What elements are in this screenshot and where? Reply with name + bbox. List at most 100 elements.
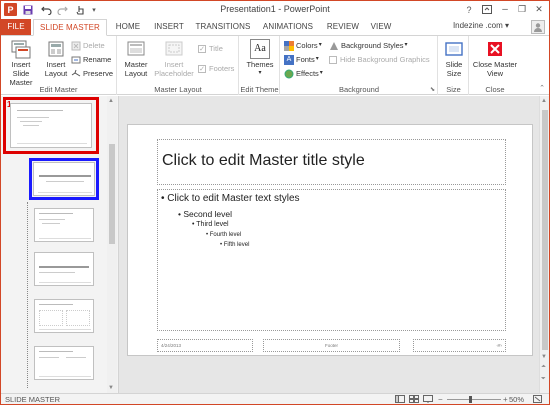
fonts-button[interactable]: A Fonts ▾	[284, 53, 319, 66]
thumb-text-line	[39, 357, 59, 358]
slide-sorter-icon[interactable]	[409, 395, 419, 404]
zoom-slider-knob[interactable]	[469, 396, 472, 403]
tab-view[interactable]: VIEW	[367, 19, 395, 35]
hide-background-graphics-checkbox[interactable]: Hide Background Graphics	[329, 53, 430, 66]
close-group-label: Close	[485, 85, 505, 94]
slide-number-placeholder[interactable]: ‹#›	[413, 339, 506, 352]
ribbon-display-options-icon[interactable]	[479, 2, 495, 17]
master-thumbnail-selected-frame[interactable]	[3, 97, 99, 154]
normal-view-icon[interactable]	[395, 395, 405, 404]
insert-slide-master-button[interactable]: Insert Slide Master	[3, 39, 39, 87]
hide-background-graphics-label: Hide Background Graphics	[340, 55, 430, 64]
thumb-text-line	[39, 219, 65, 220]
date-placeholder[interactable]: 4/24/2013	[157, 339, 253, 352]
themes-icon: Aa	[250, 39, 270, 59]
thumb-title-line	[39, 304, 73, 305]
master-layout-button[interactable]: Master Layout	[120, 39, 152, 78]
themes-button[interactable]: Aa Themes ▾	[243, 39, 277, 78]
rename-icon	[71, 55, 81, 65]
delete-label: Delete	[83, 41, 105, 50]
thumbnail-scrollbar[interactable]: ▲ ▼	[107, 96, 117, 393]
insert-placeholder-button[interactable]: Insert Placeholder	[154, 39, 194, 78]
effects-dropdown-icon: ▾	[319, 70, 323, 76]
ribbon: Insert Slide Master Insert Layout Delete…	[1, 35, 549, 95]
thumb-text-line	[39, 272, 75, 273]
colors-dropdown-icon: ▾	[318, 42, 322, 48]
footers-checkbox-label: Footers	[209, 64, 235, 73]
thumb-subtitle-line	[46, 181, 84, 182]
edit-master-group-label: Edit Master	[39, 85, 78, 94]
effects-button[interactable]: Effects ▾	[284, 67, 323, 80]
footers-checkbox[interactable]: ✓ Footers	[198, 62, 234, 75]
text-level-4: • Fourth level	[206, 232, 242, 238]
insert-placeholder-label: Insert Placeholder	[154, 60, 194, 78]
fonts-dropdown-icon: ▾	[315, 56, 319, 62]
scroll-down-arrow-icon[interactable]: ▼	[541, 354, 547, 360]
background-styles-button[interactable]: Background Styles ▾	[329, 39, 408, 52]
next-slide-icon[interactable]: ⏷	[541, 376, 546, 383]
rename-label: Rename	[83, 55, 112, 64]
avatar[interactable]	[531, 20, 545, 34]
thumb-text-line	[23, 125, 39, 126]
scroll-thumb[interactable]	[109, 144, 115, 244]
restore-button[interactable]: ❐	[514, 2, 530, 17]
thumb-text-line	[42, 223, 60, 224]
tab-transitions[interactable]: TRANSITIONS	[194, 19, 252, 35]
zoom-level[interactable]: 50%	[509, 395, 524, 404]
scroll-down-arrow-icon[interactable]: ▼	[108, 385, 114, 391]
close-window-button[interactable]: ✕	[531, 2, 547, 17]
title-placeholder[interactable]: Click to edit Master title style	[157, 139, 506, 185]
insert-layout-button[interactable]: Insert Layout	[41, 39, 71, 78]
scroll-up-arrow-icon[interactable]: ▲	[541, 98, 547, 104]
layout-thumbnail-selected-frame[interactable]	[29, 158, 99, 200]
master-thumbnail[interactable]	[10, 103, 92, 148]
minimize-button[interactable]: –	[497, 2, 513, 17]
title-checkbox[interactable]: ✓ Title	[198, 42, 223, 55]
master-layout-icon	[126, 39, 146, 59]
slide-show-icon[interactable]	[423, 395, 433, 404]
previous-slide-icon[interactable]: ⏶	[541, 364, 546, 371]
master-layout-group-label: Master Layout	[154, 85, 202, 94]
body-placeholder[interactable]: • Click to edit Master text styles • Sec…	[157, 189, 506, 331]
zoom-out-button[interactable]: −	[438, 395, 443, 404]
scroll-thumb[interactable]	[542, 110, 548, 350]
tab-home[interactable]: HOME	[113, 19, 143, 35]
tab-slide-master[interactable]: SLIDE MASTER	[33, 19, 107, 36]
background-styles-label: Background Styles	[341, 41, 404, 50]
layout-thumbnail-comparison[interactable]	[34, 346, 94, 380]
zoom-slider[interactable]	[447, 396, 501, 403]
slide-master-canvas[interactable]: Click to edit Master title style • Click…	[127, 124, 533, 356]
preserve-button[interactable]: Preserve	[71, 67, 113, 80]
group-edit-theme: Aa Themes ▾ Edit Theme	[240, 36, 280, 95]
master-layout-label: Master Layout	[124, 60, 148, 78]
tab-insert[interactable]: INSERT	[151, 19, 187, 35]
zoom-in-button[interactable]: +	[503, 395, 508, 404]
help-icon[interactable]: ?	[461, 2, 477, 17]
layout-thumbnail-title-slide[interactable]	[33, 162, 95, 196]
collapse-ribbon-icon[interactable]: ⌃	[539, 84, 545, 92]
layout-thumbnail-title-content[interactable]	[34, 208, 94, 242]
title-checkbox-label: Title	[209, 44, 223, 53]
main-scrollbar[interactable]: ▲ ▼ ⏶ ⏷	[539, 96, 549, 393]
group-master-layout: Master Layout Insert Placeholder ✓ Title…	[118, 36, 239, 95]
text-level-1: • Click to edit Master text styles	[161, 193, 300, 204]
colors-button[interactable]: Colors ▾	[284, 39, 322, 52]
tab-review[interactable]: REVIEW	[324, 19, 362, 35]
scroll-up-arrow-icon[interactable]: ▲	[108, 98, 114, 104]
background-dialog-launcher-icon[interactable]: ⬊	[430, 86, 435, 93]
footer-placeholder[interactable]: Footer	[263, 339, 400, 352]
fonts-icon: A	[284, 54, 294, 65]
text-level-5: • Fifth level	[220, 242, 250, 248]
account-name[interactable]: Indezine .com ▾	[453, 21, 509, 30]
layout-thumbnail-two-content[interactable]	[34, 299, 94, 333]
tab-animations[interactable]: ANIMATIONS	[259, 19, 317, 35]
rename-button[interactable]: Rename	[71, 53, 111, 66]
slide-size-button[interactable]: Slide Size	[441, 39, 467, 78]
group-background: Colors ▾ A Fonts ▾ Effects ▾ Background Sty…	[281, 36, 438, 95]
tab-file[interactable]: FILE	[1, 19, 31, 35]
fit-slide-icon[interactable]	[533, 395, 542, 404]
layout-thumbnail-section-header[interactable]	[34, 252, 94, 286]
close-master-view-button[interactable]: Close Master View	[472, 39, 518, 78]
background-group-label: Background	[338, 85, 380, 94]
delete-button[interactable]: Delete	[71, 39, 105, 52]
